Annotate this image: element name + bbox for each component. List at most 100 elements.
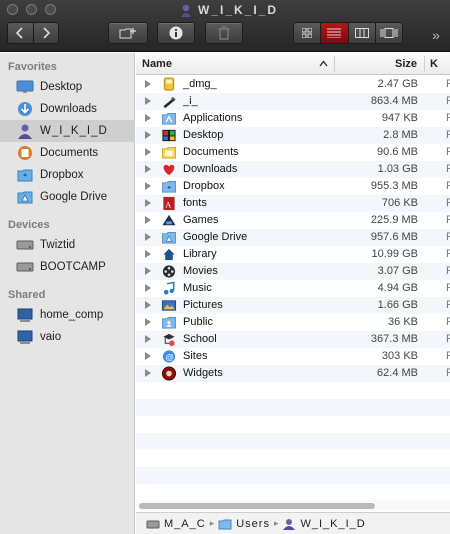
view-mode-selector: [293, 22, 403, 44]
coverflow-view-icon: [380, 28, 398, 38]
path-item-mac[interactable]: M_A_C: [146, 518, 206, 530]
file-kind: F: [446, 78, 450, 90]
disclosure-triangle-icon[interactable]: [145, 250, 151, 258]
new-folder-button[interactable]: [108, 22, 148, 44]
window-title-text: W_I_K_I_D: [198, 3, 279, 17]
sort-ascending-icon[interactable]: [319, 59, 328, 68]
disclosure-triangle-icon[interactable]: [145, 114, 151, 122]
file-kind: F: [446, 248, 450, 260]
empty-row: [136, 484, 450, 501]
disclosure-triangle-icon[interactable]: [145, 148, 151, 156]
sidebar-item-vaio[interactable]: vaio: [0, 326, 135, 348]
sidebar-item-label: home_comp: [40, 309, 104, 321]
close-window-button[interactable]: [7, 4, 18, 15]
path-separator-icon: ▸: [209, 518, 215, 528]
file-kind: F: [446, 146, 450, 158]
disclosure-triangle-icon[interactable]: [145, 369, 151, 377]
disclosure-triangle-icon[interactable]: [145, 131, 151, 139]
disclosure-triangle-icon[interactable]: [145, 335, 151, 343]
sidebar-header-favorites: Favorites: [8, 61, 57, 73]
file-row[interactable]: Pictures 1.66 GB F: [136, 297, 450, 314]
scrollbar-thumb[interactable]: [139, 503, 375, 509]
file-row[interactable]: _dmg_ 2.47 GB F: [136, 76, 450, 93]
file-name: _dmg_: [183, 78, 217, 90]
sidebar-item-documents[interactable]: Documents: [0, 142, 135, 164]
name-column-header[interactable]: Name: [142, 58, 172, 70]
file-row[interactable]: Desktop 2.8 MB F: [136, 127, 450, 144]
disclosure-triangle-icon[interactable]: [145, 80, 151, 88]
file-row[interactable]: _i_ 863.4 MB F: [136, 93, 450, 110]
file-row[interactable]: Applications 947 KB F: [136, 110, 450, 127]
zoom-window-button[interactable]: [45, 4, 56, 15]
get-info-button[interactable]: [157, 22, 195, 44]
sidebar-header-shared: Shared: [8, 289, 46, 301]
disclosure-triangle-icon[interactable]: [145, 199, 151, 207]
disclosure-triangle-icon[interactable]: [145, 233, 151, 241]
file-row[interactable]: Games 225.9 MB F: [136, 212, 450, 229]
games-folder-icon: [162, 214, 176, 226]
disclosure-triangle-icon[interactable]: [145, 284, 151, 292]
documents-icon: [18, 146, 32, 160]
sidebar-item-dropbox[interactable]: Dropbox: [0, 164, 135, 186]
dropbox-folder-icon: [162, 180, 176, 193]
back-button[interactable]: [8, 23, 33, 43]
file-kind: F: [446, 265, 450, 277]
file-row[interactable]: Movies 3.07 GB F: [136, 263, 450, 280]
sidebar-item-twiztid[interactable]: Twiztid: [0, 234, 135, 256]
sidebar-item-desktop[interactable]: Desktop: [0, 76, 135, 98]
file-row[interactable]: Library 10.99 GB F: [136, 246, 450, 263]
file-kind: F: [446, 112, 450, 124]
column-view-button[interactable]: [347, 23, 375, 43]
disclosure-triangle-icon[interactable]: [145, 182, 151, 190]
path-item-wikid[interactable]: W_I_K_I_D: [282, 518, 365, 530]
empty-row: [136, 416, 450, 433]
kind-column-header[interactable]: K: [430, 58, 438, 70]
library-folder-icon: [163, 248, 175, 261]
file-kind: F: [446, 350, 450, 362]
icon-view-icon: [302, 28, 313, 38]
path-separator-icon: ▸: [273, 518, 279, 528]
disclosure-triangle-icon[interactable]: [145, 165, 151, 173]
forward-button[interactable]: [32, 23, 58, 43]
file-kind: F: [446, 282, 450, 294]
file-row[interactable]: @ Sites 303 KB F: [136, 348, 450, 365]
move-to-trash-button[interactable]: [205, 22, 243, 44]
file-size: 4.94 GB: [377, 282, 418, 294]
list-view-button[interactable]: [320, 23, 348, 43]
horizontal-scrollbar[interactable]: [136, 500, 450, 511]
column-separator[interactable]: [424, 56, 425, 72]
icon-view-button[interactable]: [294, 23, 321, 43]
finder-window: W_I_K_I_D » Favorites Desktop Downloads …: [0, 0, 450, 534]
desktop-folder-icon: [162, 129, 176, 142]
file-size: 303 KB: [381, 350, 418, 362]
file-row[interactable]: Google Drive 957.6 MB F: [136, 229, 450, 246]
coverflow-view-button[interactable]: [374, 23, 402, 43]
size-column-header[interactable]: Size: [395, 58, 417, 70]
file-row[interactable]: Downloads 1.03 GB F: [136, 161, 450, 178]
disclosure-triangle-icon[interactable]: [145, 301, 151, 309]
disclosure-triangle-icon[interactable]: [145, 97, 151, 105]
sidebar-item-wikid[interactable]: W_I_K_I_D: [0, 120, 135, 142]
file-row[interactable]: School 367.3 MB F: [136, 331, 450, 348]
file-row[interactable]: Widgets 62.4 MB F: [136, 365, 450, 382]
toolbar-overflow-button[interactable]: »: [428, 27, 444, 43]
disclosure-triangle-icon[interactable]: [145, 318, 151, 326]
sidebar-item-google-drive[interactable]: Google Drive: [0, 186, 135, 208]
sidebar-item-bootcamp[interactable]: BOOTCAMP: [0, 256, 135, 278]
dropbox-icon: [17, 169, 33, 182]
disclosure-triangle-icon[interactable]: [145, 267, 151, 275]
file-size: 225.9 MB: [370, 214, 418, 226]
path-item-users[interactable]: Users: [218, 518, 270, 530]
file-row[interactable]: Afonts 706 KB F: [136, 195, 450, 212]
disclosure-triangle-icon[interactable]: [145, 216, 151, 224]
file-row[interactable]: Music 4.94 GB F: [136, 280, 450, 297]
disclosure-triangle-icon[interactable]: [145, 352, 151, 360]
column-separator[interactable]: [334, 56, 335, 72]
back-icon: [16, 27, 23, 39]
file-row[interactable]: Dropbox 955.3 MB F: [136, 178, 450, 195]
sidebar-item-downloads[interactable]: Downloads: [0, 98, 135, 120]
sidebar-item-home-comp[interactable]: home_comp: [0, 304, 135, 326]
file-row[interactable]: Public 36 KB F: [136, 314, 450, 331]
minimize-window-button[interactable]: [26, 4, 37, 15]
file-row[interactable]: Documents 90.6 MB F: [136, 144, 450, 161]
